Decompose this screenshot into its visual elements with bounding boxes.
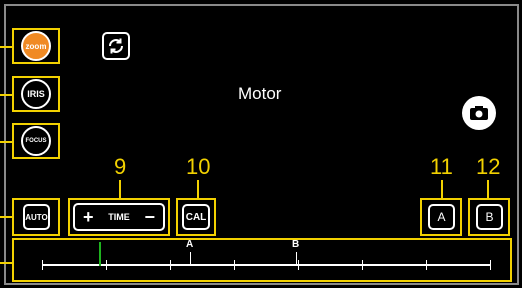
a-button[interactable]: A xyxy=(428,204,455,230)
slider-tick xyxy=(234,260,235,270)
slider-marker-a: A xyxy=(186,239,194,250)
marker-b-line xyxy=(296,252,297,266)
callout-line xyxy=(119,180,121,198)
camera-icon xyxy=(470,106,488,120)
iris-button[interactable]: IRIS xyxy=(21,79,51,109)
time-control-frame: + TIME − xyxy=(68,198,170,236)
slider-tick xyxy=(426,260,427,270)
time-minus-button[interactable]: − xyxy=(144,207,155,228)
focus-button[interactable]: FOCUS xyxy=(21,126,51,156)
slider-tick xyxy=(106,260,107,270)
slider-tick xyxy=(490,260,491,270)
callout-10: 10 xyxy=(186,154,211,179)
leader-line xyxy=(0,141,12,143)
leader-line xyxy=(0,46,12,48)
callout-9: 9 xyxy=(114,154,127,179)
slider-tick xyxy=(170,260,171,270)
callout-line xyxy=(197,180,199,198)
refresh-icon xyxy=(109,38,123,54)
time-plus-button[interactable]: + xyxy=(83,207,94,228)
callout-12: 12 xyxy=(476,154,501,179)
callout-line xyxy=(441,180,443,198)
zoom-button[interactable]: zoom xyxy=(21,31,51,61)
zoom-button-frame: zoom xyxy=(12,28,60,64)
position-indicator[interactable] xyxy=(99,242,101,266)
slider-tick xyxy=(42,260,43,270)
iris-button-frame: IRIS xyxy=(12,76,60,112)
leader-line xyxy=(0,262,12,264)
time-stepper[interactable]: + TIME − xyxy=(73,203,165,231)
leader-line xyxy=(0,94,12,96)
time-label: TIME xyxy=(108,212,130,222)
a-button-frame: A xyxy=(420,198,462,236)
cal-button-frame: CAL xyxy=(176,198,216,236)
leader-line xyxy=(0,216,12,218)
slider-tick xyxy=(362,260,363,270)
auto-button-frame: AUTO xyxy=(12,198,60,236)
callout-11: 11 xyxy=(430,154,453,179)
refresh-button[interactable] xyxy=(102,32,130,60)
camera-button[interactable] xyxy=(462,96,496,130)
cal-button[interactable]: CAL xyxy=(182,204,210,230)
b-button-frame: B xyxy=(468,198,510,236)
slider-tick xyxy=(298,260,299,270)
page-title: Motor xyxy=(238,84,282,103)
auto-button[interactable]: AUTO xyxy=(23,204,50,230)
marker-a-line xyxy=(190,252,191,266)
slider-track[interactable] xyxy=(42,264,490,266)
motor-slider-frame: A B xyxy=(12,238,512,282)
b-button[interactable]: B xyxy=(476,204,503,230)
slider-marker-b: B xyxy=(292,239,300,250)
callout-line xyxy=(487,180,489,198)
focus-button-frame: FOCUS xyxy=(12,123,60,159)
